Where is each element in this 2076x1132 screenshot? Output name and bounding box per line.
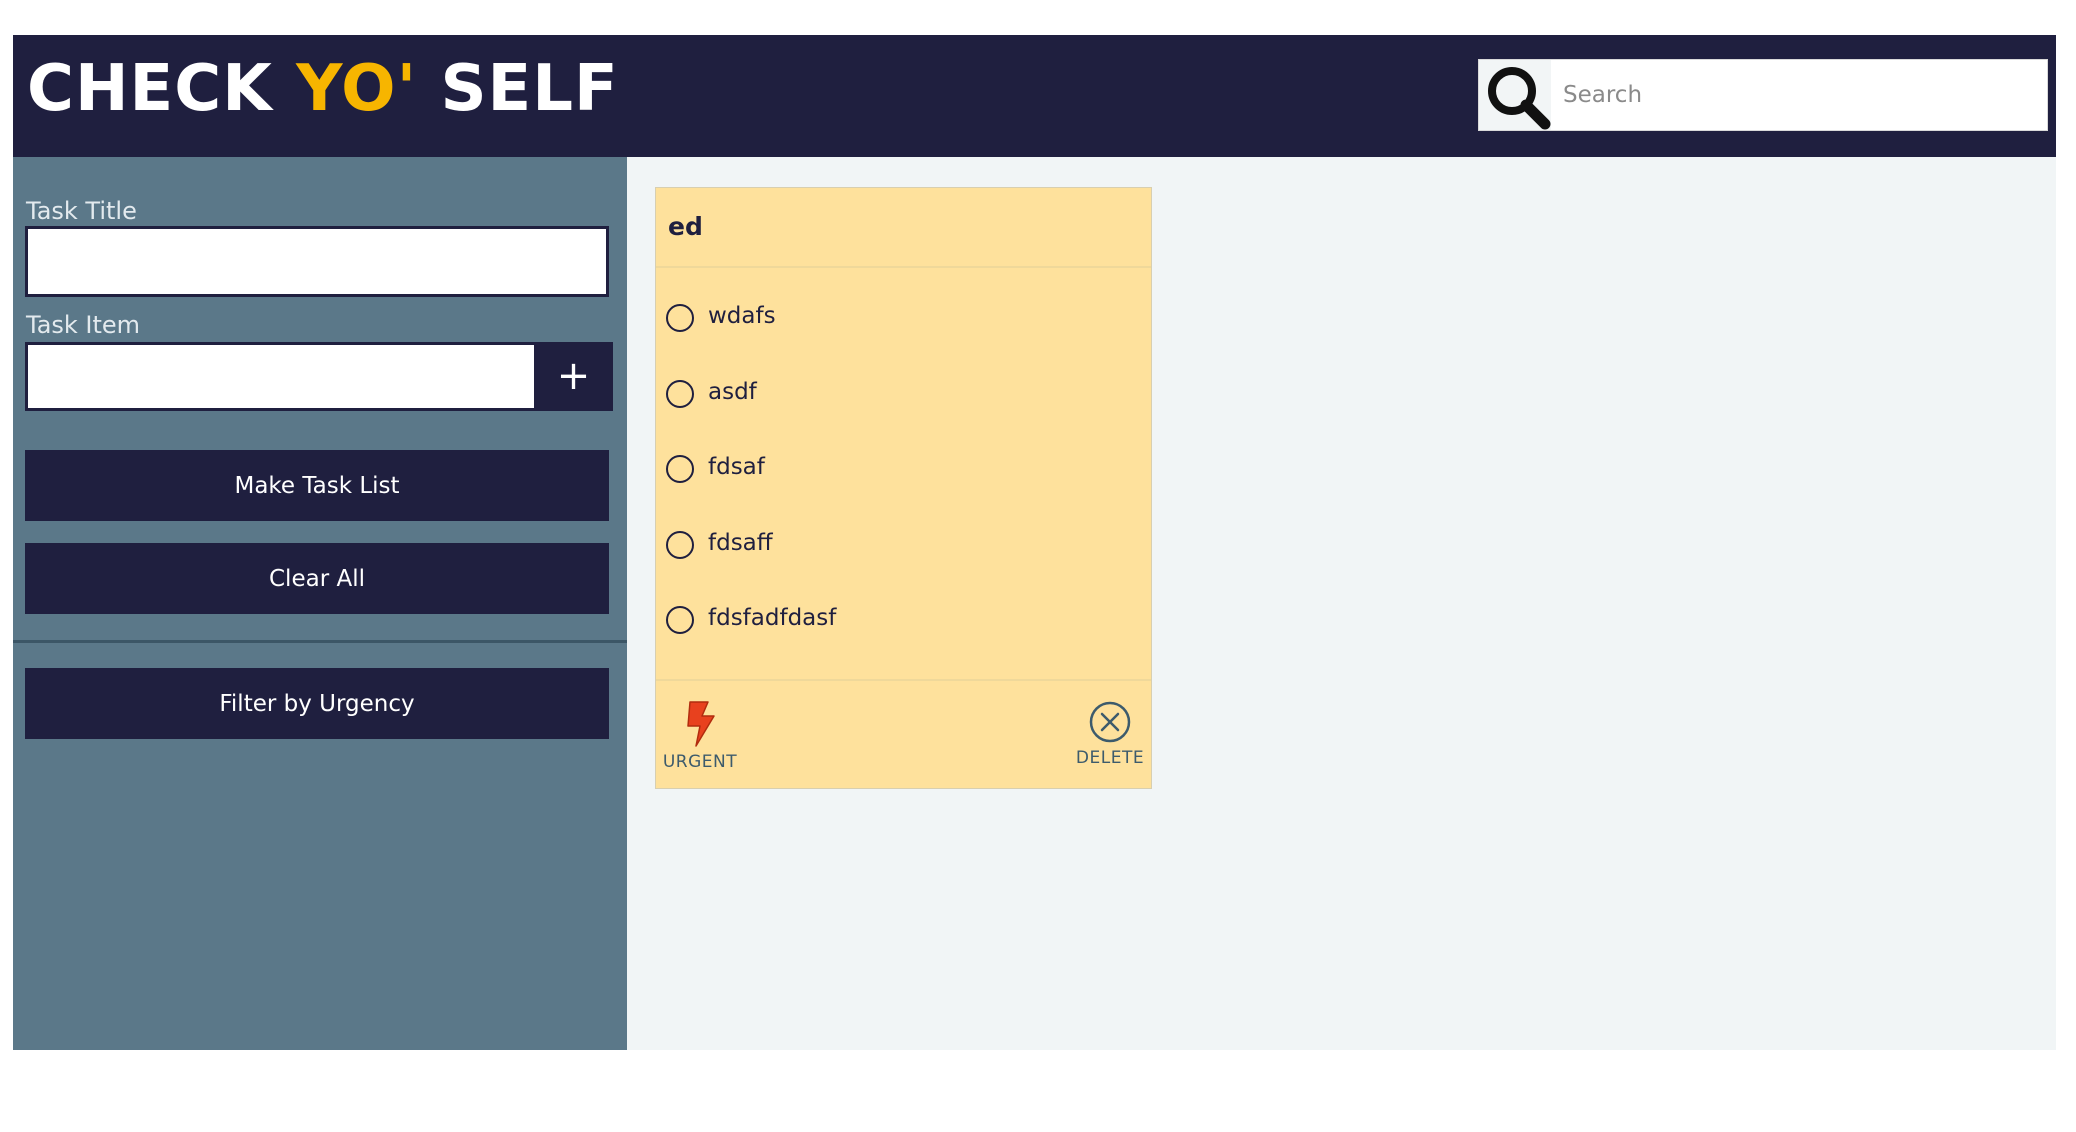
task-title-input[interactable]	[25, 226, 609, 297]
make-task-list-button[interactable]: Make Task List	[25, 450, 609, 521]
card-footer-divider	[656, 679, 1151, 681]
sidebar-divider	[13, 640, 627, 643]
radio-circle-icon[interactable]	[666, 380, 694, 408]
sidebar: Task Title Task Item + Make Task List Cl…	[13, 157, 627, 1050]
clear-all-button[interactable]: Clear All	[25, 543, 609, 614]
app-logo: CHECK YO' SELF	[27, 57, 619, 121]
add-task-item-button[interactable]: +	[534, 342, 613, 411]
filter-by-urgency-button[interactable]: Filter by Urgency	[25, 668, 609, 739]
circle-x-icon	[1089, 701, 1131, 743]
card-header-divider	[656, 266, 1151, 268]
search-input[interactable]	[1551, 60, 2047, 130]
plus-icon: +	[556, 353, 591, 399]
delete-button[interactable]: DELETE	[1072, 700, 1148, 768]
radio-circle-icon[interactable]	[666, 606, 694, 634]
search-bar	[1478, 59, 2048, 131]
task-list-item[interactable]: fdsaff	[666, 525, 1136, 565]
task-item-text: asdf	[708, 379, 757, 405]
task-list-item[interactable]: fdsfadfdasf	[666, 600, 1136, 640]
task-list-item[interactable]: asdf	[666, 374, 1136, 414]
delete-label: DELETE	[1075, 748, 1145, 768]
urgent-button[interactable]: URGENT	[662, 700, 738, 772]
logo-text-check: CHECK	[27, 52, 297, 126]
task-item-text: wdafs	[708, 303, 776, 329]
task-item-text: fdsaff	[708, 530, 773, 556]
task-board: ed wdafs asdf fdsaf fdsaff fdsfadfdasf U…	[627, 157, 2056, 1050]
logo-text-self: SELF	[417, 52, 619, 126]
search-icon	[1488, 67, 1551, 130]
task-item-label: Task Item	[26, 311, 141, 339]
task-item-input[interactable]	[25, 342, 537, 411]
task-list-item[interactable]: wdafs	[666, 298, 1136, 338]
task-card-title: ed	[668, 212, 703, 241]
app-header: CHECK YO' SELF	[13, 35, 2056, 157]
logo-text-yo: YO'	[296, 52, 418, 126]
radio-circle-icon[interactable]	[666, 531, 694, 559]
radio-circle-icon[interactable]	[666, 304, 694, 332]
task-title-label: Task Title	[26, 197, 137, 225]
task-item-text: fdsfadfdasf	[708, 605, 837, 631]
app-window: CHECK YO' SELF Task Title Task Item + Ma…	[13, 35, 2056, 1050]
radio-circle-icon[interactable]	[666, 455, 694, 483]
lightning-bolt-icon	[687, 701, 715, 747]
search-icon-button[interactable]	[1479, 60, 1551, 130]
task-card: ed wdafs asdf fdsaf fdsaff fdsfadfdasf U…	[655, 187, 1152, 789]
task-item-text: fdsaf	[708, 454, 765, 480]
task-list-item[interactable]: fdsaf	[666, 449, 1136, 489]
urgent-label: URGENT	[662, 752, 738, 772]
